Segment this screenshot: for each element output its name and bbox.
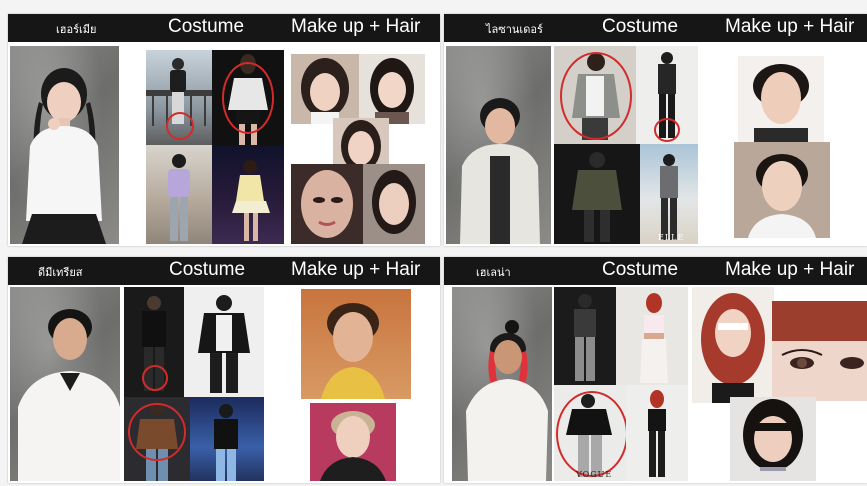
character-name: ไลซานเดอร์: [486, 23, 543, 36]
character-board-hermia: เฮอร์เมีย Costume Make up + Hair: [8, 14, 440, 246]
costume-reference-4: [190, 397, 264, 481]
makeup-hair-heading: Make up + Hair: [725, 259, 855, 280]
makeup-reference-4: [291, 164, 363, 244]
character-name: ดีมีเทรียส: [38, 266, 83, 279]
character-name: เฮเลน่า: [476, 266, 511, 279]
board-header: ดีมีเทรียส Costume Make up + Hair: [8, 257, 440, 285]
makeup-reference-2: [734, 142, 830, 238]
makeup-hair-heading: Make up + Hair: [291, 259, 421, 280]
actor-portrait: [10, 46, 119, 244]
costume-reference-2: [636, 46, 698, 144]
costume-reference-3: [124, 397, 190, 481]
highlight-circle: [166, 112, 194, 140]
board-header: ไลซานเดอร์ Costume Make up + Hair: [444, 14, 867, 42]
costume-reference-4: [212, 145, 284, 244]
costume-reference-2: [616, 287, 688, 385]
character-board-lysander: ไลซานเดอร์ Costume Make up + Hair ELLE: [444, 14, 867, 246]
character-board-helena: เฮเลน่า Costume Make up + Hair VOGUE: [444, 257, 867, 483]
magazine-logo: ELLE: [658, 233, 685, 242]
costume-reference-1: [124, 287, 184, 397]
makeup-reference-2: [772, 301, 867, 401]
makeup-reference-1: [692, 287, 774, 403]
costume-heading: Costume: [602, 259, 679, 280]
makeup-reference-5: [363, 164, 425, 244]
costume-reference-4: ELLE: [640, 144, 698, 244]
character-board-demetrius: ดีมีเทรียส Costume Make up + Hair: [8, 257, 440, 483]
costume-reference-3: [146, 145, 212, 244]
makeup-reference-2: [359, 54, 425, 124]
costume-heading: Costume: [168, 16, 245, 37]
makeup-hair-heading: Make up + Hair: [725, 16, 855, 37]
magazine-logo: VOGUE: [576, 470, 613, 479]
highlight-circle: [560, 52, 632, 140]
board-header: เฮอร์เมีย Costume Make up + Hair: [8, 14, 440, 42]
costume-reference-4: [626, 385, 688, 481]
costume-reference-1: [554, 46, 636, 144]
actor-portrait: [10, 287, 120, 481]
costume-reference-2: [212, 50, 284, 145]
makeup-reference-3: [730, 397, 816, 481]
costume-heading: Costume: [169, 259, 246, 280]
makeup-reference-1: [301, 289, 411, 399]
highlight-circle: [556, 391, 626, 477]
costume-reference-3: VOGUE: [554, 385, 626, 481]
character-name: เฮอร์เมีย: [56, 23, 97, 36]
highlight-circle: [142, 365, 168, 391]
costume-reference-1: [554, 287, 616, 385]
highlight-circle: [222, 62, 274, 134]
makeup-reference-1: [738, 56, 824, 142]
actor-portrait: [452, 287, 552, 481]
makeup-reference-1: [291, 54, 359, 124]
costume-reference-2: [184, 287, 264, 397]
actor-portrait: [446, 46, 551, 244]
makeup-hair-heading: Make up + Hair: [291, 16, 421, 37]
highlight-circle: [128, 403, 186, 461]
board-header: เฮเลน่า Costume Make up + Hair: [444, 257, 867, 285]
costume-reference-3: [554, 144, 640, 244]
costume-reference-1: [146, 50, 212, 145]
makeup-reference-2: [310, 403, 396, 481]
costume-heading: Costume: [602, 16, 679, 37]
highlight-circle: [654, 118, 680, 142]
